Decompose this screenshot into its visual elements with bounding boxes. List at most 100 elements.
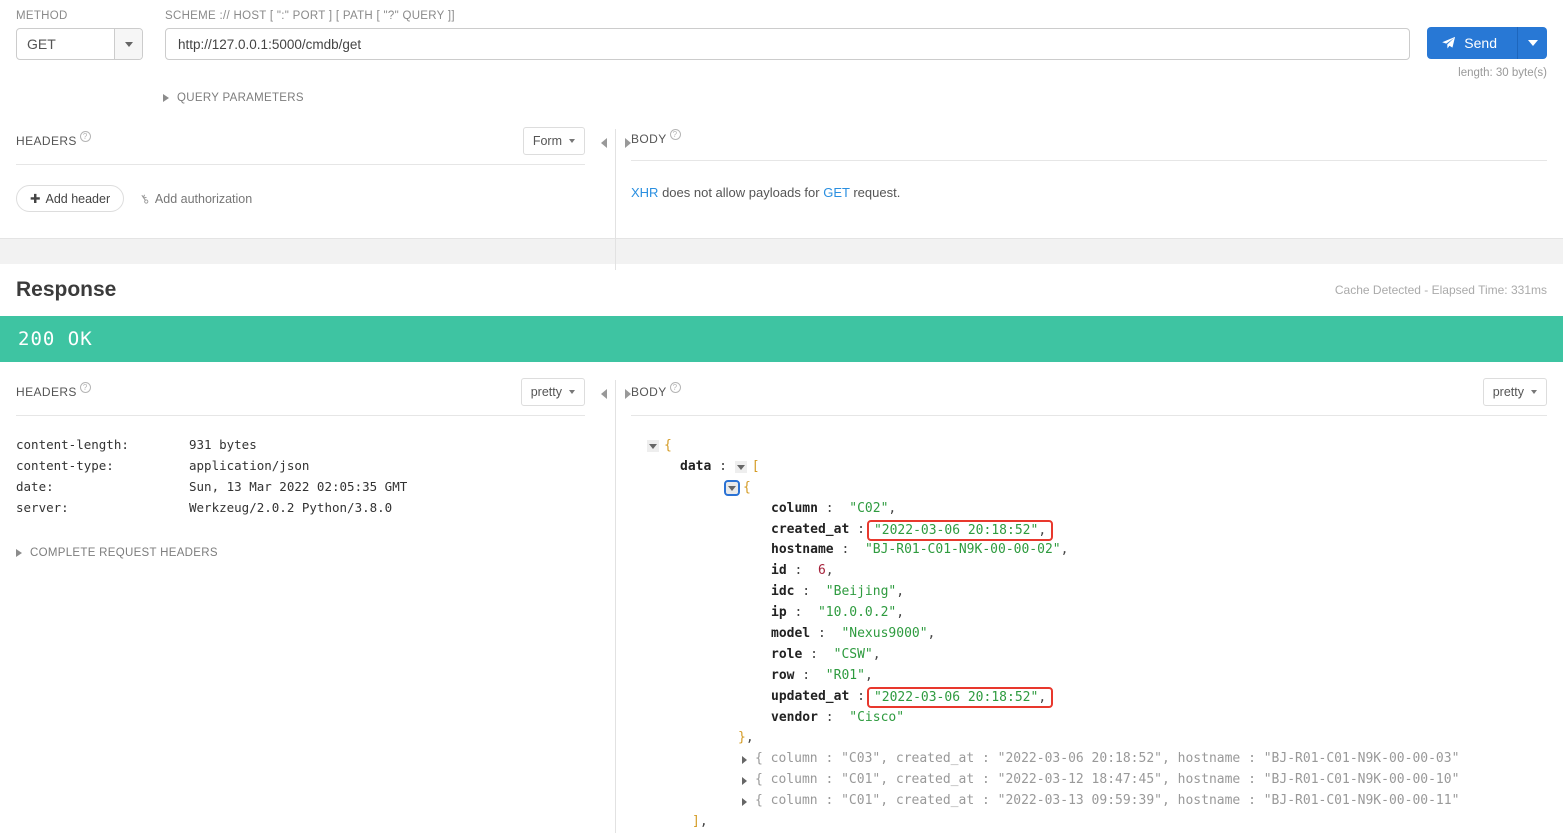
response-headers-title-group: HEADERS ? [16, 382, 91, 399]
chevron-down-icon [728, 485, 736, 491]
url-label: SCHEME :// HOST [ ":" PORT ] [ PATH [ "?… [165, 10, 455, 22]
json-prop-hostname: hostname : "BJ-R01-C01-N9K-00-00-02", [631, 540, 1547, 561]
collapse-left-icon[interactable] [601, 138, 607, 148]
highlight-box-updated-at: "2022-03-06 20:18:52", [866, 686, 1054, 708]
help-icon[interactable]: ? [79, 131, 91, 142]
header-key: content-length: [16, 437, 129, 452]
json-toggle-data-array[interactable] [734, 461, 747, 474]
json-comma: , [896, 584, 905, 600]
send-button[interactable]: Send [1427, 27, 1517, 59]
chevron-right-icon [163, 94, 169, 102]
plus-icon: ✚ [30, 192, 41, 206]
note-middle: does not allow payloads for [658, 185, 824, 200]
header-key: date: [16, 479, 54, 494]
json-comma: , [1038, 689, 1047, 705]
header-value: Werkzeug/2.0.2 Python/3.8.0 [189, 500, 393, 515]
json-key: hostname [771, 542, 834, 558]
header-key: server: [16, 500, 69, 515]
request-body-pane: BODY ? XHR does not allow payloads for G… [631, 127, 1563, 212]
request-headers-mode-select[interactable]: Form [522, 127, 585, 155]
send-options-toggle[interactable] [1517, 27, 1547, 59]
json-value: "2022-03-06 20:18:52" [873, 689, 1039, 705]
json-line-item-close: }, [631, 728, 1547, 749]
api-client-window: METHOD GET SCHEME :// HOST [ ":" PORT ] … [0, 0, 1563, 833]
method-dropdown-toggle[interactable] [114, 29, 142, 59]
json-key: ip [771, 605, 787, 621]
response-body-title-group: BODY ? [631, 382, 681, 399]
json-value: "2022-03-06 20:18:52" [873, 522, 1039, 538]
add-header-button[interactable]: ✚ Add header [16, 185, 125, 212]
complete-request-headers-row: COMPLETE REQUEST HEADERS [16, 544, 585, 562]
chevron-down-icon [1531, 390, 1537, 394]
response-headers-header: HEADERS ? pretty [16, 378, 585, 416]
json-prop-created-at: created_at : "2022-03-06 20:18:52", [631, 519, 1547, 541]
json-toggle-item-3[interactable] [738, 796, 750, 808]
json-key: vendor [771, 709, 818, 725]
chevron-right-icon [741, 755, 747, 764]
json-comma: , [1060, 542, 1069, 558]
json-comma: , [896, 605, 905, 621]
json-toggle-item-0[interactable] [724, 480, 740, 497]
help-icon[interactable]: ? [79, 382, 91, 393]
help-icon[interactable]: ? [669, 382, 681, 393]
divider-line [615, 129, 616, 270]
highlight-box-created-at: "2022-03-06 20:18:52", [866, 519, 1054, 541]
header-value: Sun, 13 Mar 2022 02:05:35 GMT [189, 479, 408, 494]
json-line-item-open: { [631, 478, 1547, 499]
method-link[interactable]: GET [823, 185, 850, 200]
query-parameters-toggle[interactable]: QUERY PARAMETERS [163, 92, 304, 104]
response-headers-mode-select[interactable]: pretty [520, 378, 585, 406]
json-brace: } [738, 730, 746, 746]
json-prop-column: column : "C02", [631, 499, 1547, 520]
chevron-down-icon [569, 390, 575, 394]
header-value: application/json [189, 458, 310, 473]
table-row: content-type: application/json [16, 455, 585, 476]
request-bar: METHOD GET SCHEME :// HOST [ ":" PORT ] … [0, 0, 1563, 79]
response-panels: HEADERS ? pretty content-length: 931 byt… [0, 378, 1563, 833]
json-prop-ip: ip : "10.0.0.2", [631, 603, 1547, 624]
method-selected-value: GET [27, 36, 56, 52]
json-toggle-item-1[interactable] [738, 754, 750, 766]
json-value: "R01" [825, 667, 865, 683]
json-key: idc [771, 584, 795, 600]
add-authorization-label: Add authorization [154, 191, 253, 206]
json-brace: { [743, 479, 751, 495]
response-headers-pane: HEADERS ? pretty content-length: 931 byt… [0, 378, 601, 833]
help-icon[interactable]: ? [669, 129, 681, 140]
json-toggle-item-2[interactable] [738, 775, 750, 787]
json-key-data: data [680, 458, 712, 474]
json-comma: , [1038, 522, 1047, 538]
response-body-title: BODY [631, 385, 667, 399]
json-collapsed-item: { column : "C01", created_at : "2022-03-… [631, 791, 1547, 812]
json-prop-row: row : "R01", [631, 666, 1547, 687]
json-bracket: ] [692, 814, 700, 830]
json-comma: , [825, 563, 834, 579]
request-headers-mode-value: Form [532, 134, 562, 148]
response-header: Response Cache Detected - Elapsed Time: … [0, 264, 1563, 316]
json-toggle-root[interactable] [647, 440, 659, 453]
response-body-mode-select[interactable]: pretty [1482, 378, 1547, 406]
method-select[interactable]: GET [16, 28, 143, 60]
chevron-right-icon [741, 776, 747, 785]
key-icon: ⚷ [136, 190, 153, 207]
json-value: "CSW" [833, 646, 873, 662]
json-prop-role: role : "CSW", [631, 645, 1547, 666]
collapse-left-icon[interactable] [601, 389, 607, 399]
chevron-down-icon [569, 139, 575, 143]
table-row: date: Sun, 13 Mar 2022 02:05:35 GMT [16, 476, 585, 497]
send-button-group: Send [1427, 27, 1547, 59]
response-headers-title: HEADERS [16, 385, 77, 399]
request-headers-title-group: HEADERS ? [16, 131, 91, 148]
url-input[interactable] [165, 28, 1411, 60]
xhr-link[interactable]: XHR [631, 185, 658, 200]
divider-line [615, 380, 616, 833]
table-row: server: Werkzeug/2.0.2 Python/3.8.0 [16, 497, 585, 518]
complete-request-headers-toggle[interactable]: COMPLETE REQUEST HEADERS [16, 547, 218, 559]
response-body-pane: BODY ? pretty { data : [{column: "C02… [631, 378, 1563, 833]
chevron-down-icon [736, 464, 745, 470]
response-body-header: BODY ? pretty [631, 378, 1547, 416]
request-length-note: length: 30 byte(s) [1458, 67, 1547, 79]
add-authorization-button[interactable]: ⚷ Add authorization [136, 190, 253, 207]
section-separator [0, 238, 1563, 264]
collapse-right-icon[interactable] [625, 138, 631, 148]
